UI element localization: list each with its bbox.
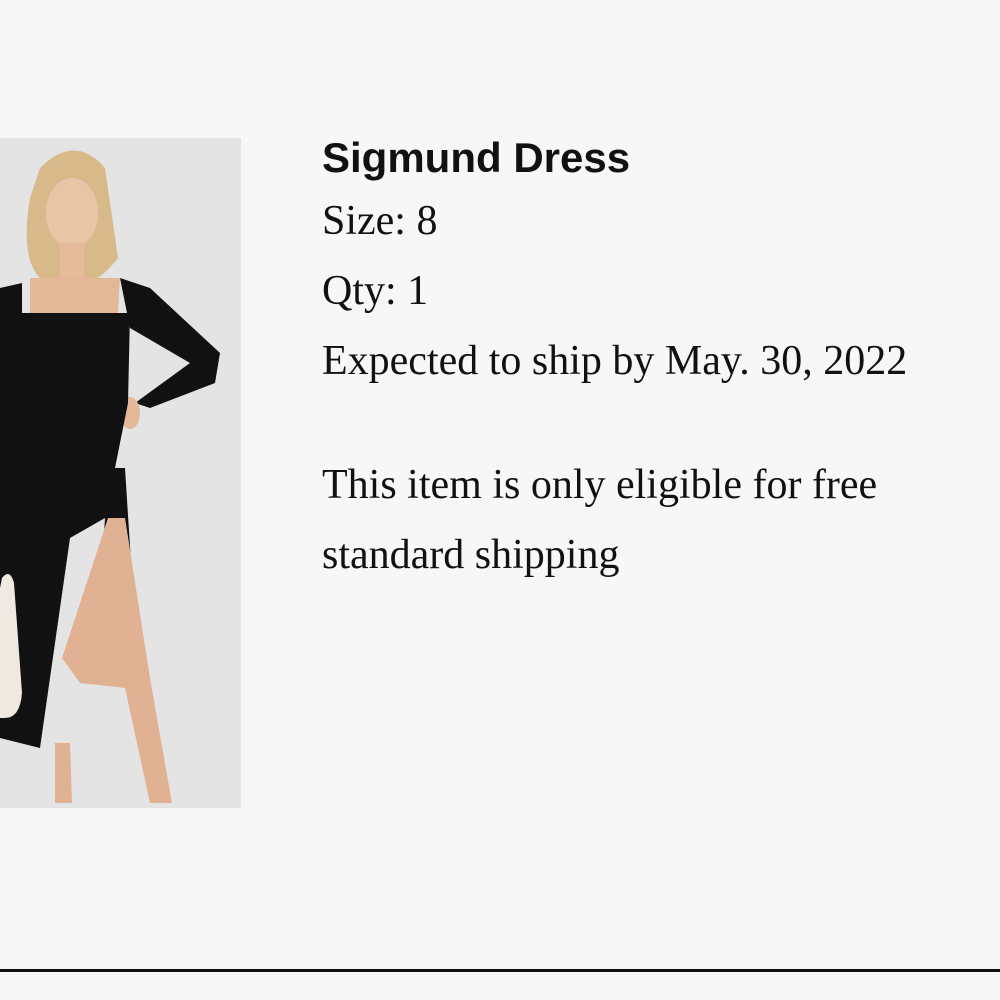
model-wearing-dress-illustration [0, 138, 241, 808]
ship-estimate: Expected to ship by May. 30, 2022 [322, 338, 908, 384]
product-name[interactable]: Sigmund Dress [322, 130, 962, 186]
product-quantity: Qty: 1 [322, 268, 429, 314]
shipping-eligibility-note: This item is only eligible for free stan… [322, 462, 878, 578]
order-item-details: Sigmund Dress Size: 8 Qty: 1 Expected to… [322, 130, 962, 590]
product-image [0, 138, 241, 808]
divider [0, 969, 1000, 972]
product-size: Size: 8 [322, 198, 438, 244]
